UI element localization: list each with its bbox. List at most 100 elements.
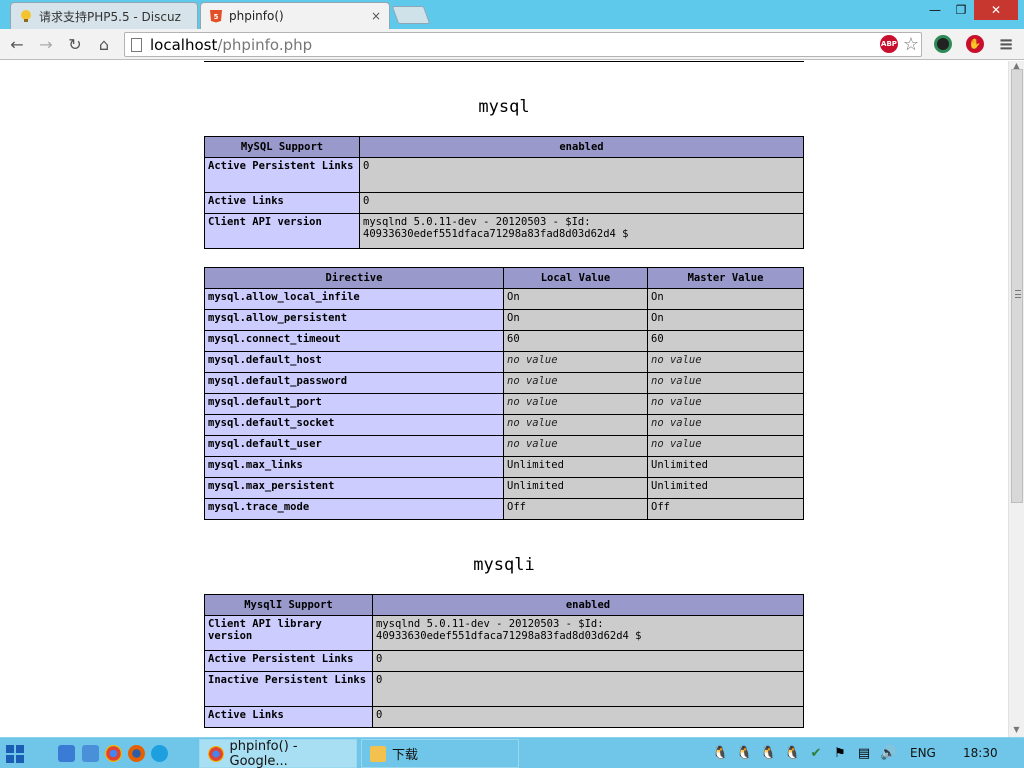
- home-button[interactable]: ⌂: [93, 33, 115, 55]
- back-button[interactable]: ←: [6, 33, 28, 55]
- security-shield-icon[interactable]: ✔: [808, 746, 824, 762]
- no-value-text: no value: [507, 438, 558, 450]
- table-key: Active Persistent Links: [204, 157, 360, 193]
- input-language-indicator[interactable]: ENG: [910, 746, 936, 760]
- qq-penguin-icon[interactable]: 🐧: [736, 746, 752, 762]
- master-value: Off: [647, 498, 804, 520]
- tab-label: 请求支持PHP5.5 - Discuz: [39, 9, 181, 24]
- vertical-scrollbar[interactable]: ▲ ▼: [1008, 61, 1024, 737]
- directive-name: mysql.allow_persistent: [204, 309, 504, 331]
- tab-close-icon[interactable]: ×: [371, 9, 381, 23]
- table-value: 0: [372, 671, 804, 707]
- table-row: mysql.default_socket no value no value: [204, 414, 804, 436]
- address-host: localhost: [150, 35, 218, 54]
- directive-name: mysql.default_password: [204, 372, 504, 394]
- tab-discuz[interactable]: 请求支持PHP5.5 - Discuz: [10, 2, 198, 29]
- scroll-thumb[interactable]: [1011, 69, 1023, 503]
- table-row: mysql.default_port no value no value: [204, 393, 804, 415]
- taskbar-clock[interactable]: 18:30: [963, 746, 998, 760]
- local-value: no value: [503, 414, 648, 436]
- table-row: mysql.max_links Unlimited Unlimited: [204, 456, 804, 478]
- network-tray-icon[interactable]: ▤: [856, 746, 872, 762]
- stop-extension-icon[interactable]: ✋: [966, 35, 984, 53]
- window-close-button[interactable]: ✕: [974, 0, 1018, 20]
- table-row: mysql.default_password no value no value: [204, 372, 804, 394]
- action-center-flag-icon[interactable]: ⚑: [832, 746, 848, 762]
- scroll-down-icon[interactable]: ▼: [1009, 725, 1024, 735]
- mysqli-support-table: MysqlI Support enabled Client API librar…: [204, 594, 804, 728]
- directive-rows: mysql.allow_local_infile On On mysql.allow_…: [204, 288, 804, 520]
- master-value: no value: [647, 414, 804, 436]
- no-value-text: no value: [651, 396, 702, 408]
- taskbar-task-label: 下载: [392, 748, 419, 763]
- no-value-text: no value: [651, 354, 702, 366]
- table-key: Active Links: [204, 706, 373, 728]
- camera-extension-icon[interactable]: [934, 35, 952, 53]
- chrome-pinned-icon[interactable]: [105, 745, 122, 762]
- browser-titlebar: 请求支持PHP5.5 - Discuz 5 phpinfo() × — ❐ ✕: [0, 0, 1024, 29]
- table-key: Active Links: [204, 192, 360, 214]
- tab-label: phpinfo(): [229, 9, 284, 23]
- bookmark-star-icon[interactable]: ☆: [902, 34, 920, 55]
- table-row: mysql.connect_timeout 60 60: [204, 330, 804, 352]
- section-title-mysql: mysql: [478, 97, 530, 117]
- table-value: mysqlnd 5.0.11-dev - 20120503 - $Id: 409…: [372, 615, 804, 651]
- address-bar[interactable]: localhost/phpinfo.php: [124, 32, 922, 57]
- master-value: no value: [647, 393, 804, 415]
- windows-taskbar: phpinfo() - Google... 下载 🐧 🐧 🐧 🐧 ✔ ⚑ ▤ 🔊…: [0, 737, 1024, 768]
- table-value: mysqlnd 5.0.11-dev - 20120503 - $Id: 409…: [359, 213, 804, 249]
- adblock-plus-icon[interactable]: ABP: [880, 35, 898, 53]
- master-value: no value: [647, 435, 804, 457]
- tab-phpinfo[interactable]: 5 phpinfo() ×: [200, 2, 390, 29]
- master-value: On: [647, 288, 804, 310]
- firefox-icon[interactable]: [128, 745, 145, 762]
- qq-penguin-icon[interactable]: 🐧: [784, 746, 800, 762]
- qq-penguin-icon[interactable]: 🐧: [712, 746, 728, 762]
- qq-penguin-icon[interactable]: 🐧: [760, 746, 776, 762]
- address-path: /phpinfo.php: [217, 35, 313, 54]
- local-value: no value: [503, 351, 648, 373]
- windows-start-icon[interactable]: [6, 745, 24, 763]
- reload-button[interactable]: ↻: [64, 33, 86, 55]
- taskbar-task-chrome[interactable]: phpinfo() - Google...: [199, 739, 357, 768]
- table-row: mysql.max_persistent Unlimited Unlimited: [204, 477, 804, 499]
- table-value: 0: [372, 706, 804, 728]
- table-header: enabled: [372, 594, 804, 616]
- local-value: Unlimited: [503, 456, 648, 478]
- section-divider: [204, 61, 804, 62]
- master-value: no value: [647, 351, 804, 373]
- table-header: Local Value: [503, 267, 648, 289]
- page-viewport: mysql MySQL Support enabled Active Persi…: [0, 61, 1008, 737]
- folder-icon: [370, 745, 386, 762]
- volume-icon[interactable]: 🔊: [880, 746, 896, 762]
- directive-name: mysql.default_user: [204, 435, 504, 457]
- menu-icon[interactable]: ≡: [997, 34, 1015, 55]
- master-value: Unlimited: [647, 456, 804, 478]
- table-value: 0: [359, 157, 804, 193]
- master-value: On: [647, 309, 804, 331]
- forward-button[interactable]: →: [35, 33, 57, 55]
- table-value: 0: [372, 650, 804, 672]
- taskbar-task-downloads[interactable]: 下载: [361, 739, 519, 768]
- master-value: 60: [647, 330, 804, 352]
- local-value: no value: [503, 372, 648, 394]
- internet-explorer-icon[interactable]: [151, 745, 168, 762]
- directive-name: mysql.max_links: [204, 456, 504, 478]
- master-value: Unlimited: [647, 477, 804, 499]
- desktop-icon[interactable]: [58, 745, 75, 762]
- window-maximize-button[interactable]: ❐: [948, 0, 974, 20]
- window-minimize-button[interactable]: —: [922, 0, 948, 20]
- new-tab-button[interactable]: [391, 6, 431, 24]
- table-key: Client API library version: [204, 615, 373, 651]
- browser-toolbar: ← → ↻ ⌂ localhost/phpinfo.php ABP ☆ ✋ ≡: [0, 29, 1024, 60]
- network-icon[interactable]: [82, 745, 99, 762]
- no-value-text: no value: [651, 417, 702, 429]
- local-value: 60: [503, 330, 648, 352]
- lightbulb-icon: [19, 9, 33, 23]
- no-value-text: no value: [507, 417, 558, 429]
- section-title-mysqli: mysqli: [473, 555, 535, 575]
- no-value-text: no value: [507, 354, 558, 366]
- directive-name: mysql.trace_mode: [204, 498, 504, 520]
- directive-name: mysql.max_persistent: [204, 477, 504, 499]
- master-value: no value: [647, 372, 804, 394]
